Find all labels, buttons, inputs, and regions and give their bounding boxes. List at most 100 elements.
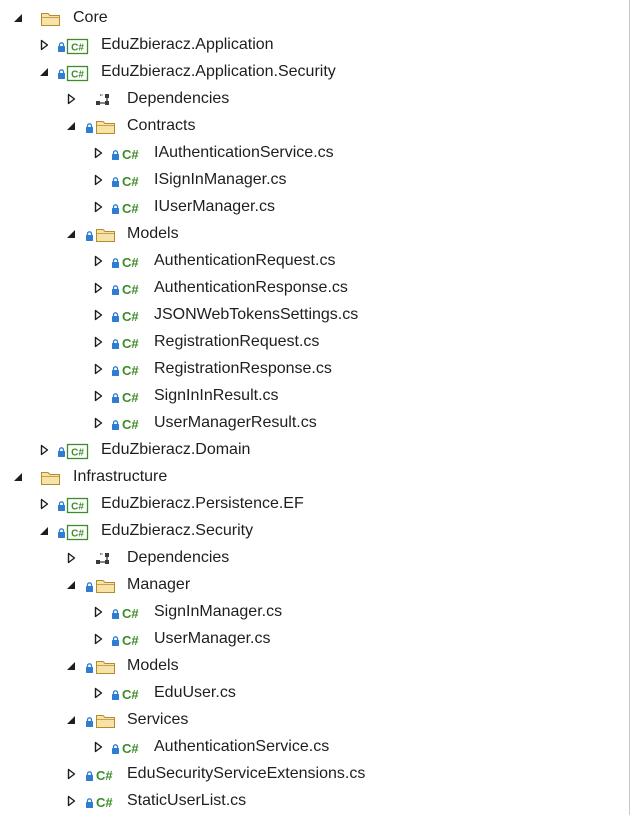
tree-item[interactable]: C# IUserManager.cs — [0, 194, 629, 221]
csharp-file-icon: C# — [112, 145, 146, 163]
expanded-arrow-icon[interactable] — [65, 660, 77, 672]
tree-item[interactable]: Dependencies — [0, 86, 629, 113]
tree-item[interactable]: Manager — [0, 572, 629, 599]
tree-item-label: EduSecurityServiceExtensions.cs — [127, 765, 366, 782]
expanded-arrow-icon[interactable] — [38, 66, 50, 78]
collapsed-arrow-icon[interactable] — [92, 282, 104, 294]
tree-item[interactable]: C# EduUser.cs — [0, 680, 629, 707]
tree-item[interactable]: C# SignInInResult.cs — [0, 383, 629, 410]
svg-text:C#: C# — [122, 363, 139, 378]
tree-item[interactable]: C# StaticUserList.cs — [0, 788, 629, 815]
csharp-project-icon: C# — [58, 442, 92, 460]
tree-item-label: IAuthenticationService.cs — [154, 144, 334, 161]
tree-item-label: UserManager.cs — [154, 630, 271, 647]
tree-item[interactable]: C# EduSecurityServiceExtensions.cs — [0, 761, 629, 788]
svg-text:C#: C# — [122, 336, 139, 351]
collapsed-arrow-icon[interactable] — [92, 147, 104, 159]
svg-text:C#: C# — [122, 606, 139, 621]
locked-folder-icon — [86, 118, 124, 136]
collapsed-arrow-icon[interactable] — [92, 255, 104, 267]
tree-item[interactable]: C# EduZbieracz.Application.Security — [0, 59, 629, 86]
tree-item[interactable]: C# RegistrationRequest.cs — [0, 329, 629, 356]
expanded-arrow-icon[interactable] — [65, 579, 77, 591]
tree-item[interactable]: Contracts — [0, 113, 629, 140]
tree-item-label: EduZbieracz.Application.Security — [101, 63, 336, 80]
collapsed-arrow-icon[interactable] — [38, 39, 50, 51]
collapsed-arrow-icon[interactable] — [65, 93, 77, 105]
collapsed-arrow-icon[interactable] — [38, 498, 50, 510]
locked-folder-icon — [86, 577, 124, 595]
tree-item-label: IUserManager.cs — [154, 198, 275, 215]
collapsed-arrow-icon[interactable] — [65, 768, 77, 780]
svg-text:C#: C# — [71, 43, 84, 54]
csharp-project-icon: C# — [58, 64, 92, 82]
expanded-arrow-icon[interactable] — [65, 228, 77, 240]
expanded-arrow-icon[interactable] — [12, 471, 24, 483]
collapsed-arrow-icon[interactable] — [65, 552, 77, 564]
tree-item-label: AuthenticationRequest.cs — [154, 252, 336, 269]
tree-item[interactable]: Dependencies — [0, 545, 629, 572]
expanded-arrow-icon[interactable] — [38, 525, 50, 537]
tree-item[interactable]: Infrastructure — [0, 464, 629, 491]
tree-item[interactable]: C# SignInManager.cs — [0, 599, 629, 626]
collapsed-arrow-icon[interactable] — [92, 390, 104, 402]
tree-item-label: Dependencies — [127, 549, 230, 566]
tree-item[interactable]: C# RegistrationResponse.cs — [0, 356, 629, 383]
csharp-file-icon: C# — [86, 766, 120, 784]
tree-item-label: AuthenticationResponse.cs — [154, 279, 348, 296]
tree-item[interactable]: C# IAuthenticationService.cs — [0, 140, 629, 167]
svg-text:C#: C# — [71, 502, 84, 513]
tree-item[interactable]: C# ISignInManager.cs — [0, 167, 629, 194]
collapsed-arrow-icon[interactable] — [92, 741, 104, 753]
folder-icon — [40, 469, 62, 487]
svg-text:C#: C# — [122, 687, 139, 702]
expanded-arrow-icon[interactable] — [65, 120, 77, 132]
tree-item-label: Manager — [127, 576, 191, 593]
expanded-arrow-icon[interactable] — [65, 714, 77, 726]
collapsed-arrow-icon[interactable] — [92, 606, 104, 618]
tree-item[interactable]: C# EduZbieracz.Persistence.EF — [0, 491, 629, 518]
collapsed-arrow-icon[interactable] — [65, 795, 77, 807]
tree-item-label: EduUser.cs — [154, 684, 236, 701]
collapsed-arrow-icon[interactable] — [92, 309, 104, 321]
collapsed-arrow-icon[interactable] — [92, 201, 104, 213]
expanded-arrow-icon[interactable] — [12, 12, 24, 24]
svg-text:C#: C# — [71, 448, 84, 459]
tree-item[interactable]: C# UserManager.cs — [0, 626, 629, 653]
tree-item[interactable]: C# AuthenticationRequest.cs — [0, 248, 629, 275]
tree-item[interactable]: C# AuthenticationResponse.cs — [0, 275, 629, 302]
csharp-file-icon: C# — [112, 199, 146, 217]
collapsed-arrow-icon[interactable] — [92, 336, 104, 348]
tree-item[interactable]: C# JSONWebTokensSettings.cs — [0, 302, 629, 329]
tree-item-label: EduZbieracz.Persistence.EF — [101, 495, 304, 512]
tree-item-label: SignInManager.cs — [154, 603, 283, 620]
svg-text:C#: C# — [122, 282, 139, 297]
tree-item[interactable]: Models — [0, 221, 629, 248]
collapsed-arrow-icon[interactable] — [38, 444, 50, 456]
collapsed-arrow-icon[interactable] — [92, 174, 104, 186]
tree-item[interactable]: C# AuthenticationService.cs — [0, 734, 629, 761]
csharp-file-icon: C# — [112, 253, 146, 271]
svg-text:C#: C# — [122, 201, 139, 216]
collapsed-arrow-icon[interactable] — [92, 687, 104, 699]
csharp-file-icon: C# — [112, 280, 146, 298]
svg-text:C#: C# — [122, 174, 139, 189]
tree-item-label: AuthenticationService.cs — [154, 738, 330, 755]
collapsed-arrow-icon[interactable] — [92, 633, 104, 645]
svg-text:C#: C# — [96, 768, 113, 783]
collapsed-arrow-icon[interactable] — [92, 363, 104, 375]
tree-item[interactable]: C# EduZbieracz.Domain — [0, 437, 629, 464]
tree-item[interactable]: Models — [0, 653, 629, 680]
tree-item[interactable]: C# UserManagerResult.cs — [0, 410, 629, 437]
tree-item[interactable]: C# EduZbieracz.Application — [0, 32, 629, 59]
svg-text:C#: C# — [122, 417, 139, 432]
tree-item-label: UserManagerResult.cs — [154, 414, 317, 431]
tree-item[interactable]: Core — [0, 5, 629, 32]
tree-item-label: EduZbieracz.Domain — [101, 441, 251, 458]
tree-item[interactable]: Services — [0, 707, 629, 734]
tree-item-label: Models — [127, 225, 179, 242]
tree-item[interactable]: C# EduZbieracz.Security — [0, 518, 629, 545]
collapsed-arrow-icon[interactable] — [92, 417, 104, 429]
locked-folder-icon — [86, 712, 124, 730]
csharp-file-icon: C# — [86, 793, 120, 811]
